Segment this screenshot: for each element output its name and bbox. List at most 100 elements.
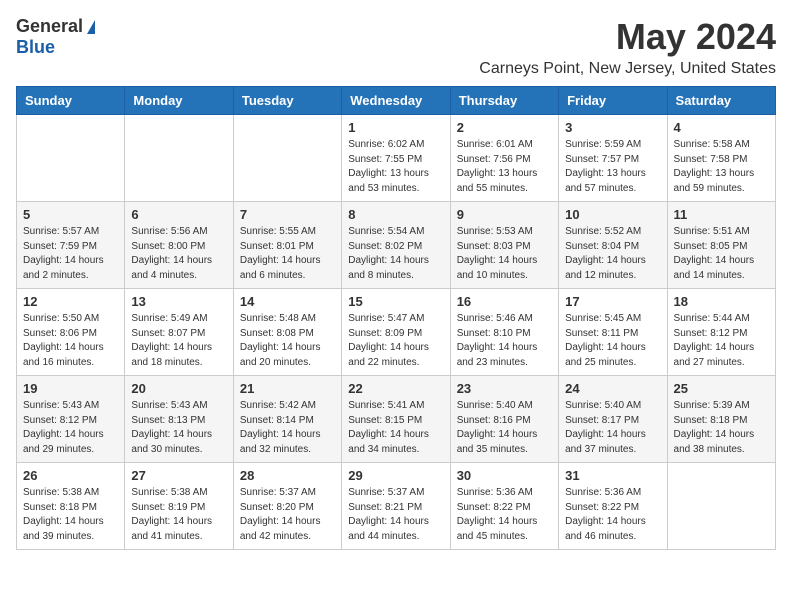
day-number: 20 — [131, 381, 226, 396]
day-info: Sunrise: 5:51 AMSunset: 8:05 PMDaylight:… — [674, 225, 769, 283]
calendar-week-row: 12Sunrise: 5:50 AMSunset: 8:06 PMDayligh… — [17, 289, 776, 376]
day-number: 23 — [457, 381, 552, 396]
calendar-cell: 17 Sunrise: 5:45 AMSunset: 8:11 PMDayligh… — [559, 289, 667, 376]
day-number: 19 — [23, 381, 118, 396]
day-info: Sunrise: 5:56 AMSunset: 8:00 PMDaylight:… — [131, 225, 226, 283]
calendar-cell: 11 Sunrise: 5:51 AMSunset: 8:05 PMDayligh… — [667, 202, 775, 289]
calendar-cell: 29 Sunrise: 5:37 AMSunset: 8:21 PMDayligh… — [342, 463, 450, 550]
day-number: 16 — [457, 294, 552, 309]
calendar-cell: 1 Sunrise: 6:02 AMSunset: 7:55 PMDaylight… — [342, 115, 450, 202]
day-number: 27 — [131, 468, 226, 483]
day-info: Sunrise: 5:43 AMSunset: 8:13 PMDaylight:… — [131, 399, 226, 457]
calendar-cell: 16 Sunrise: 5:46 AMSunset: 8:10 PMDayligh… — [450, 289, 558, 376]
day-number: 12 — [23, 294, 118, 309]
calendar-cell: 5 Sunrise: 5:57 AMSunset: 7:59 PMDaylight… — [17, 202, 125, 289]
calendar-header-thursday: Thursday — [450, 87, 558, 115]
day-info: Sunrise: 5:59 AMSunset: 7:57 PMDaylight:… — [565, 138, 660, 196]
calendar-week-row: 26 Sunrise: 5:38 AMSunset: 8:18 PMDayligh… — [17, 463, 776, 550]
day-number: 22 — [348, 381, 443, 396]
calendar-cell: 10 Sunrise: 5:52 AMSunset: 8:04 PMDayligh… — [559, 202, 667, 289]
day-info: Sunrise: 6:02 AMSunset: 7:55 PMDaylight:… — [348, 138, 443, 196]
day-number: 17 — [565, 294, 660, 309]
calendar-cell: 12Sunrise: 5:50 AMSunset: 8:06 PMDayligh… — [17, 289, 125, 376]
day-info: Sunrise: 5:38 AMSunset: 8:18 PMDaylight:… — [23, 486, 118, 544]
day-number: 1 — [348, 120, 443, 135]
day-number: 26 — [23, 468, 118, 483]
day-info: Sunrise: 5:39 AMSunset: 8:18 PMDaylight:… — [674, 399, 769, 457]
day-info: Sunrise: 5:55 AMSunset: 8:01 PMDaylight:… — [240, 225, 335, 283]
day-info: Sunrise: 5:42 AMSunset: 8:14 PMDaylight:… — [240, 399, 335, 457]
calendar-cell: 31Sunrise: 5:36 AMSunset: 8:22 PMDayligh… — [559, 463, 667, 550]
calendar-cell: 24 Sunrise: 5:40 AMSunset: 8:17 PMDayligh… — [559, 376, 667, 463]
day-info: Sunrise: 5:40 AMSunset: 8:17 PMDaylight:… — [565, 399, 660, 457]
calendar-header-saturday: Saturday — [667, 87, 775, 115]
calendar-cell: 3 Sunrise: 5:59 AMSunset: 7:57 PMDaylight… — [559, 115, 667, 202]
day-info: Sunrise: 5:46 AMSunset: 8:10 PMDaylight:… — [457, 312, 552, 370]
day-info: Sunrise: 5:57 AMSunset: 7:59 PMDaylight:… — [23, 225, 118, 283]
day-number: 3 — [565, 120, 660, 135]
day-number: 5 — [23, 207, 118, 222]
day-number: 2 — [457, 120, 552, 135]
month-title: May 2024 — [479, 16, 776, 58]
day-info: Sunrise: 5:45 AMSunset: 8:11 PMDaylight:… — [565, 312, 660, 370]
calendar-cell: 22 Sunrise: 5:41 AMSunset: 8:15 PMDayligh… — [342, 376, 450, 463]
calendar-cell: 2 Sunrise: 6:01 AMSunset: 7:56 PMDaylight… — [450, 115, 558, 202]
day-number: 29 — [348, 468, 443, 483]
day-info: Sunrise: 5:36 AMSunset: 8:22 PMDaylight:… — [565, 486, 660, 544]
calendar-cell: 13Sunrise: 5:49 AMSunset: 8:07 PMDayligh… — [125, 289, 233, 376]
day-info: Sunrise: 5:48 AMSunset: 8:08 PMDaylight:… — [240, 312, 335, 370]
calendar-header-monday: Monday — [125, 87, 233, 115]
day-number: 6 — [131, 207, 226, 222]
day-info: Sunrise: 5:53 AMSunset: 8:03 PMDaylight:… — [457, 225, 552, 283]
logo-general-text: General — [16, 16, 83, 37]
day-number: 24 — [565, 381, 660, 396]
day-info: Sunrise: 6:01 AMSunset: 7:56 PMDaylight:… — [457, 138, 552, 196]
day-number: 25 — [674, 381, 769, 396]
day-number: 4 — [674, 120, 769, 135]
day-info: Sunrise: 5:37 AMSunset: 8:21 PMDaylight:… — [348, 486, 443, 544]
day-number: 18 — [674, 294, 769, 309]
calendar-week-row: 19 Sunrise: 5:43 AMSunset: 8:12 PMDayligh… — [17, 376, 776, 463]
calendar-cell: 30 Sunrise: 5:36 AMSunset: 8:22 PMDayligh… — [450, 463, 558, 550]
calendar-cell — [125, 115, 233, 202]
day-number: 15 — [348, 294, 443, 309]
logo: General Blue — [16, 16, 95, 58]
day-number: 10 — [565, 207, 660, 222]
day-number: 30 — [457, 468, 552, 483]
logo-blue-text: Blue — [16, 37, 55, 58]
day-info: Sunrise: 5:41 AMSunset: 8:15 PMDaylight:… — [348, 399, 443, 457]
calendar-cell — [17, 115, 125, 202]
day-number: 21 — [240, 381, 335, 396]
calendar-cell — [667, 463, 775, 550]
calendar-week-row: 1 Sunrise: 6:02 AMSunset: 7:55 PMDaylight… — [17, 115, 776, 202]
calendar-cell: 6 Sunrise: 5:56 AMSunset: 8:00 PMDaylight… — [125, 202, 233, 289]
day-info: Sunrise: 5:52 AMSunset: 8:04 PMDaylight:… — [565, 225, 660, 283]
day-info: Sunrise: 5:44 AMSunset: 8:12 PMDaylight:… — [674, 312, 769, 370]
day-info: Sunrise: 5:36 AMSunset: 8:22 PMDaylight:… — [457, 486, 552, 544]
calendar-cell: 7Sunrise: 5:55 AMSunset: 8:01 PMDaylight… — [233, 202, 341, 289]
header: General Blue May 2024 Carneys Point, New… — [16, 16, 776, 78]
calendar-header-sunday: Sunday — [17, 87, 125, 115]
day-number: 8 — [348, 207, 443, 222]
calendar-cell: 8 Sunrise: 5:54 AMSunset: 8:02 PMDaylight… — [342, 202, 450, 289]
day-info: Sunrise: 5:54 AMSunset: 8:02 PMDaylight:… — [348, 225, 443, 283]
day-info: Sunrise: 5:43 AMSunset: 8:12 PMDaylight:… — [23, 399, 118, 457]
calendar-cell: 9Sunrise: 5:53 AMSunset: 8:03 PMDaylight… — [450, 202, 558, 289]
logo-triangle-icon — [87, 20, 95, 34]
calendar-cell: 21 Sunrise: 5:42 AMSunset: 8:14 PMDayligh… — [233, 376, 341, 463]
calendar-header-row: SundayMondayTuesdayWednesdayThursdayFrid… — [17, 87, 776, 115]
title-section: May 2024 Carneys Point, New Jersey, Unit… — [479, 16, 776, 78]
day-info: Sunrise: 5:38 AMSunset: 8:19 PMDaylight:… — [131, 486, 226, 544]
location-title: Carneys Point, New Jersey, United States — [479, 60, 776, 78]
calendar-header-wednesday: Wednesday — [342, 87, 450, 115]
day-number: 11 — [674, 207, 769, 222]
calendar-table: SundayMondayTuesdayWednesdayThursdayFrid… — [16, 86, 776, 550]
calendar-cell: 26 Sunrise: 5:38 AMSunset: 8:18 PMDayligh… — [17, 463, 125, 550]
calendar-cell: 27 Sunrise: 5:38 AMSunset: 8:19 PMDayligh… — [125, 463, 233, 550]
calendar-cell: 25 Sunrise: 5:39 AMSunset: 8:18 PMDayligh… — [667, 376, 775, 463]
day-info: Sunrise: 5:40 AMSunset: 8:16 PMDaylight:… — [457, 399, 552, 457]
calendar-cell: 18 Sunrise: 5:44 AMSunset: 8:12 PMDayligh… — [667, 289, 775, 376]
day-number: 28 — [240, 468, 335, 483]
calendar-cell: 20 Sunrise: 5:43 AMSunset: 8:13 PMDayligh… — [125, 376, 233, 463]
day-info: Sunrise: 5:47 AMSunset: 8:09 PMDaylight:… — [348, 312, 443, 370]
